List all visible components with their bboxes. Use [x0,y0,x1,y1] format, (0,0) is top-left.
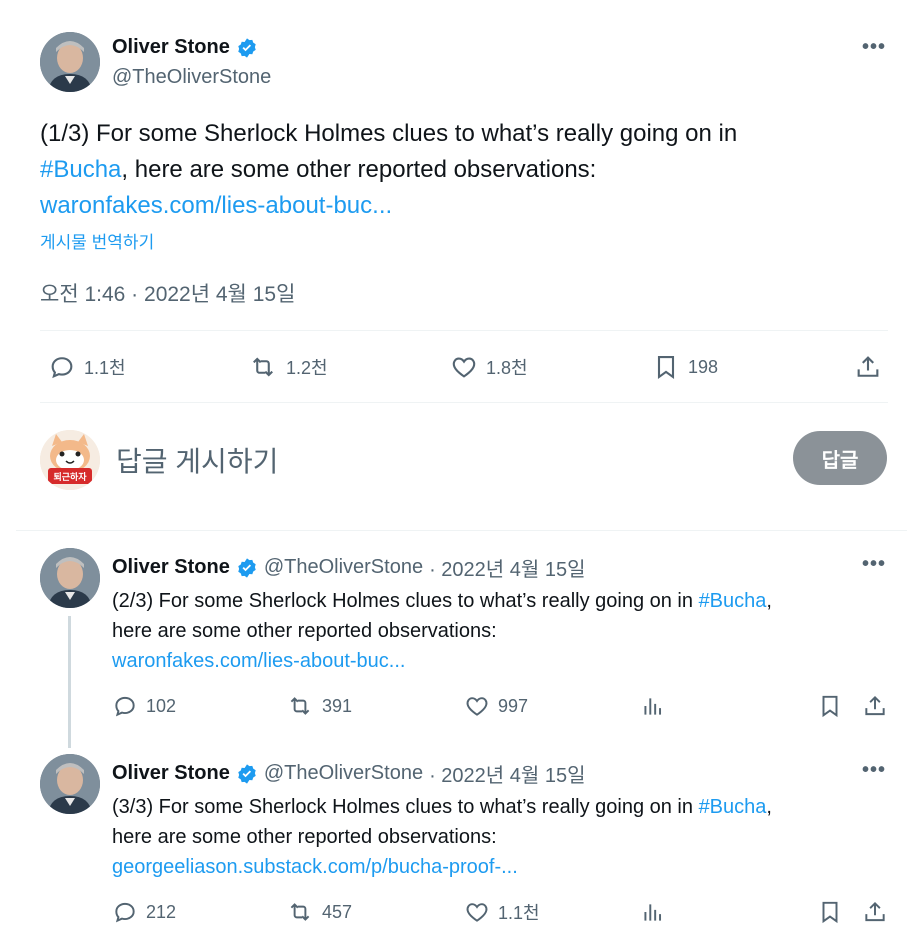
divider [40,402,888,403]
reply-icon [112,899,138,925]
retweet-icon [286,693,314,719]
author-name-row: Oliver Stone [112,36,258,59]
tweet-timestamp[interactable]: 오전 1:46 · 2022년 4월 15일 [40,278,295,308]
composer-divider [16,530,907,531]
heart-icon [464,899,490,925]
hashtag-link[interactable]: #Bucha [699,796,767,818]
retweet-action[interactable]: 391 [286,693,352,719]
more-options-icon[interactable]: ••• [862,36,886,59]
thread-author-name-3[interactable]: Oliver Stone [112,762,230,785]
reply-count: 102 [146,695,177,716]
bookmark-action[interactable]: 198 [652,353,718,381]
views-icon[interactable] [640,899,666,925]
more-options-icon[interactable]: ••• [862,553,886,576]
like-action[interactable]: 1.1천 [464,899,540,925]
verified-badge-icon [236,763,258,785]
reply-count: 212 [146,901,177,922]
url-link[interactable]: waronfakes.com/lies-about-buc... [112,650,405,672]
thread-text-line2: here are some other reported observation… [112,826,497,848]
more-options-icon[interactable]: ••• [862,759,886,782]
avatar-photo [40,32,100,92]
reply-count: 1.1천 [84,358,126,378]
author-handle[interactable]: @TheOliverStone [112,66,271,89]
retweet-icon [248,353,278,381]
author-name[interactable]: Oliver Stone [112,36,230,59]
url-link[interactable]: waronfakes.com/lies-about-buc... [40,192,392,219]
thread-header-3: Oliver Stone @TheOliverStone · 2022년 4월 … [112,759,585,788]
share-icon[interactable] [862,693,888,719]
hashtag-link[interactable]: #Bucha [699,590,767,612]
retweet-count: 457 [322,901,353,922]
retweet-icon [286,899,314,925]
thread-handle-3[interactable]: @TheOliverStone [264,762,423,785]
tweet-text: (1/3) For some Sherlock Holmes clues to … [40,116,880,224]
views-icon[interactable] [640,693,666,719]
reply-icon [112,693,138,719]
thread-date-2[interactable]: · 2022년 4월 15일 [429,553,585,582]
bookmark-icon [652,353,680,381]
sticker-text: 퇴근하자 [53,473,87,483]
share-icon[interactable] [862,899,888,925]
bookmark-count: 198 [688,356,719,377]
thread-text-line1: (2/3) For some Sherlock Holmes clues to … [112,590,693,612]
reply-icon [48,353,76,381]
thread-handle-2[interactable]: @TheOliverStone [264,556,423,579]
thread-text-line1: (3/3) For some Sherlock Holmes clues to … [112,796,693,818]
hashtag-link[interactable]: #Bucha [40,156,121,183]
verified-badge-icon [236,37,258,59]
thread-date-3[interactable]: · 2022년 4월 15일 [429,759,585,788]
thread-avatar-3[interactable] [40,754,100,814]
avatar-photo [40,548,100,608]
url-link[interactable]: georgeeliason.substack.com/p/bucha-proof… [112,856,518,878]
retweet-count: 391 [322,695,353,716]
retweet-count: 1.2천 [286,358,328,378]
thread-text-line2: here are some other reported observation… [112,620,497,642]
divider [40,330,888,331]
reply-action[interactable]: 1.1천 [48,353,126,381]
like-count: 997 [498,695,529,716]
thread-connector-line [68,616,71,748]
heart-icon [450,353,478,381]
avatar-photo [40,754,100,814]
thread-text-3: (3/3) For some Sherlock Holmes clues to … [112,796,772,878]
like-count: 1.8천 [486,358,528,378]
reply-action[interactable]: 212 [112,899,176,925]
bookmark-icon[interactable] [817,693,843,719]
bookmark-icon[interactable] [817,899,843,925]
thread-author-name-2[interactable]: Oliver Stone [112,556,230,579]
retweet-action[interactable]: 1.2천 [248,353,328,381]
heart-icon [464,693,490,719]
share-icon[interactable] [854,353,882,381]
like-action[interactable]: 1.8천 [450,353,528,381]
tweet-text-part1: (1/3) For some Sherlock Holmes clues to … [40,120,738,147]
like-action[interactable]: 997 [464,693,528,719]
tweet-text-part2: , here are some other reported observati… [121,156,597,183]
thread-header-2: Oliver Stone @TheOliverStone · 2022년 4월 … [112,553,585,582]
translate-post-link[interactable]: 게시물 번역하기 [40,228,154,253]
reply-submit-button[interactable]: 답글 [793,431,887,485]
thread-text-2: (2/3) For some Sherlock Holmes clues to … [112,590,772,672]
author-avatar[interactable] [40,32,100,92]
reply-action[interactable]: 102 [112,693,176,719]
reply-input[interactable]: 답글 게시하기 [116,440,716,480]
like-count: 1.1천 [498,903,540,923]
retweet-action[interactable]: 457 [286,899,352,925]
thread-avatar-2[interactable] [40,548,100,608]
user-avatar[interactable]: 퇴근하자 [40,430,100,490]
verified-badge-icon [236,557,258,579]
